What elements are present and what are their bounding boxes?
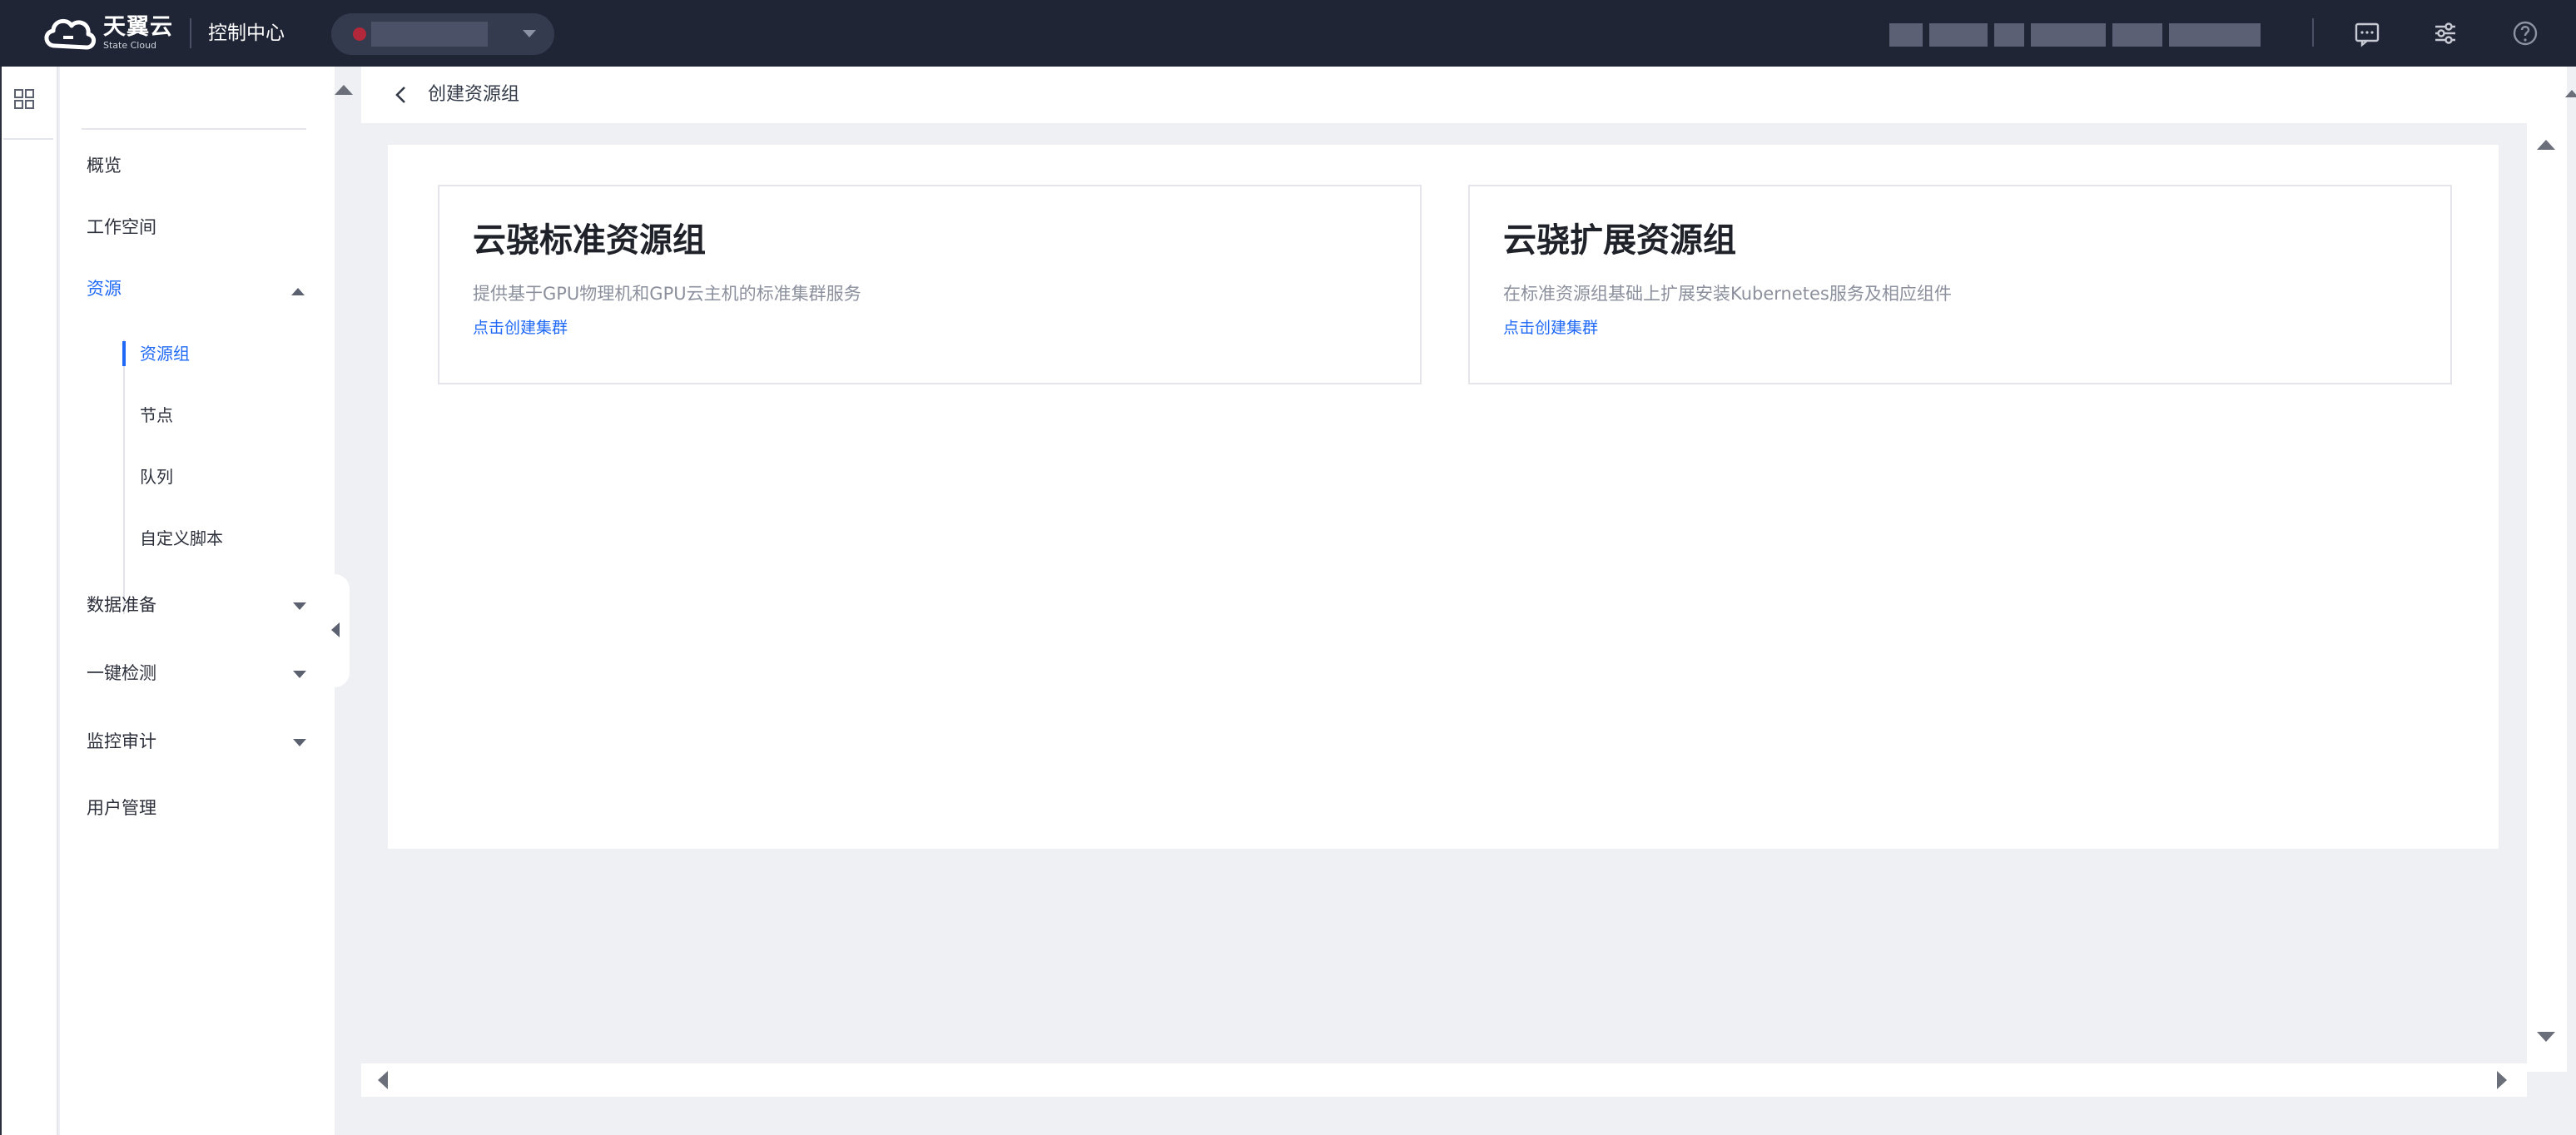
apps-grid-icon[interactable] <box>12 87 37 112</box>
console-title[interactable]: 控制中心 <box>208 18 285 48</box>
cloud-logo-icon <box>44 18 96 50</box>
message-icon[interactable] <box>2352 18 2382 48</box>
region-status-dot <box>353 27 366 41</box>
chevron-left-icon <box>331 622 340 637</box>
account-info-redacted[interactable] <box>1889 17 2305 53</box>
divider <box>82 128 306 130</box>
scroll-up-icon[interactable] <box>335 85 353 95</box>
sidebar-subitem-nodes[interactable]: 节点 <box>140 403 173 428</box>
card-title: 云骁扩展资源组 <box>1503 221 1736 260</box>
sidebar: 概览 工作空间 资源 资源组 节点 队列 自定义脚本 数据准备 一键检测 监控审… <box>60 67 335 1135</box>
brand-name-en: State Cloud <box>103 40 157 51</box>
sidebar-item-data-prep[interactable]: 数据准备 <box>87 592 156 617</box>
chevron-down-icon[interactable] <box>293 739 306 746</box>
settings-sliders-icon[interactable] <box>2430 18 2460 48</box>
sidebar-subitem-resource-group[interactable]: 资源组 <box>140 341 190 366</box>
scroll-right-icon[interactable] <box>2497 1071 2507 1089</box>
icon-rail <box>0 67 58 1135</box>
sidebar-collapse-button[interactable] <box>325 574 350 687</box>
sidebar-subitem-queue[interactable]: 队列 <box>140 464 173 489</box>
active-indicator <box>122 341 126 366</box>
chevron-down-icon <box>523 30 536 37</box>
chevron-up-icon[interactable] <box>291 288 305 295</box>
chevron-down-icon[interactable] <box>293 671 306 678</box>
divider <box>2312 18 2314 47</box>
scroll-up-icon[interactable] <box>2565 90 2576 97</box>
back-arrow-icon[interactable] <box>391 85 411 105</box>
chevron-down-icon[interactable] <box>293 602 306 610</box>
card-description: 提供基于GPU物理机和GPU云主机的标准集群服务 <box>473 284 861 304</box>
sidebar-item-monitor-audit[interactable]: 监控审计 <box>87 729 156 754</box>
sidebar-item-overview[interactable]: 概览 <box>87 153 122 178</box>
card-description: 在标准资源组基础上扩展安装Kubernetes服务及相应组件 <box>1503 284 1952 304</box>
content-panel: 云骁标准资源组 提供基于GPU物理机和GPU云主机的标准集群服务 点击创建集群 … <box>388 145 2499 849</box>
footer-area <box>361 1097 2567 1135</box>
page-title: 创建资源组 <box>428 84 520 105</box>
scroll-down-icon[interactable] <box>2537 1032 2555 1042</box>
sidebar-subitem-custom-script[interactable]: 自定义脚本 <box>140 526 223 551</box>
window-edge <box>0 67 2 1135</box>
sidebar-item-workspace[interactable]: 工作空间 <box>87 215 156 240</box>
vertical-scrollbar[interactable] <box>2527 123 2567 1072</box>
help-icon[interactable] <box>2510 18 2540 48</box>
divider <box>190 18 191 48</box>
scroll-left-icon[interactable] <box>378 1071 388 1089</box>
scroll-up-icon[interactable] <box>2537 140 2555 150</box>
divider <box>3 138 53 140</box>
create-cluster-link[interactable]: 点击创建集群 <box>473 316 568 340</box>
horizontal-scrollbar[interactable] <box>361 1063 2527 1097</box>
sidebar-item-one-click-check[interactable]: 一键检测 <box>87 661 156 686</box>
region-name-redacted <box>371 22 488 47</box>
brand-name: 天翼云 <box>103 14 173 40</box>
sidebar-item-resources[interactable]: 资源 <box>87 276 122 301</box>
sidebar-item-user-management[interactable]: 用户管理 <box>87 795 156 820</box>
extended-resource-group-card[interactable]: 云骁扩展资源组 在标准资源组基础上扩展安装Kubernetes服务及相应组件 点… <box>1468 185 2452 384</box>
brand-logo[interactable]: 天翼云 State Cloud <box>40 12 173 55</box>
top-bar: 天翼云 State Cloud 控制中心 <box>0 0 2576 67</box>
create-cluster-link[interactable]: 点击创建集群 <box>1503 316 1598 340</box>
page-header: 创建资源组 <box>361 67 2567 123</box>
card-title: 云骁标准资源组 <box>473 221 706 260</box>
region-selector[interactable] <box>331 13 554 55</box>
submenu-guide-line <box>123 340 125 614</box>
standard-resource-group-card[interactable]: 云骁标准资源组 提供基于GPU物理机和GPU云主机的标准集群服务 点击创建集群 <box>438 185 1422 384</box>
